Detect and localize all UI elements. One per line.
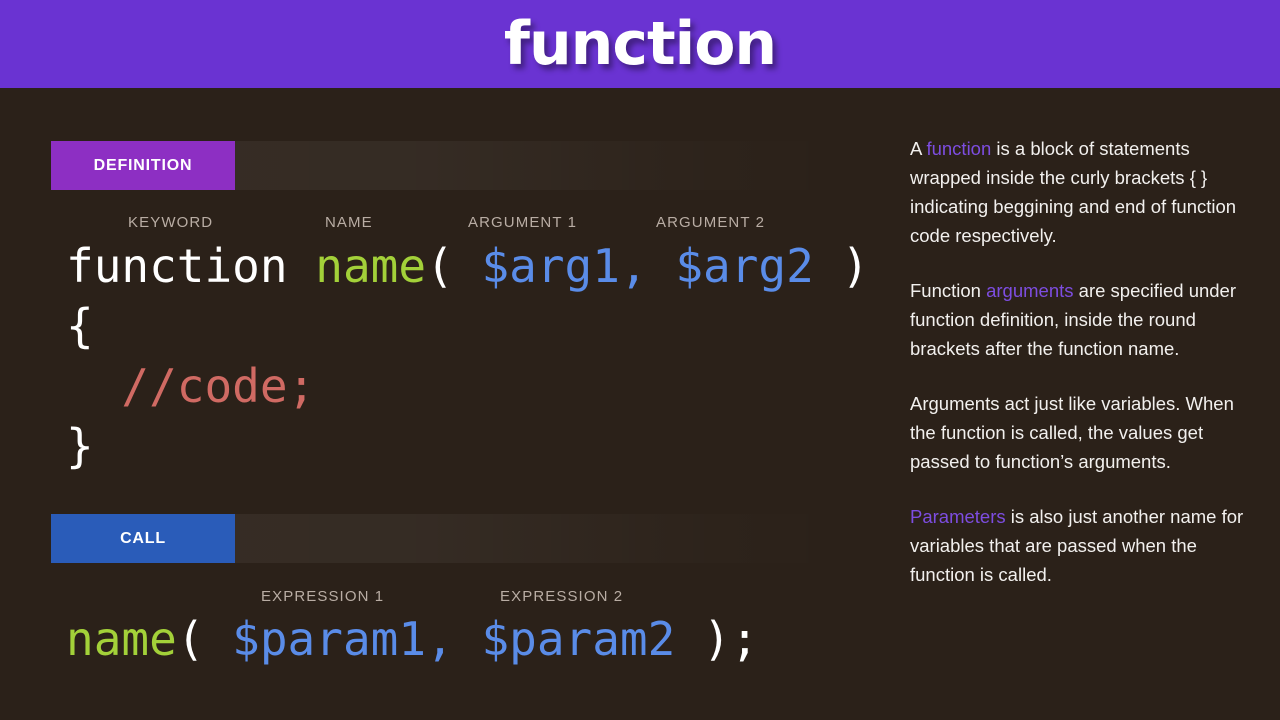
token-space-1 [288,239,316,293]
definition-annotation-label-1: NAME [325,214,373,231]
definition-badge-label: DEFINITION [93,156,193,174]
token-arg2: $arg2 [675,239,814,293]
call-annotation-labels: EXPRESSION 1 EXPRESSION 2 [0,587,885,607]
explanation-1-segment-1: arguments [986,280,1074,301]
definition-annotation-label-3: ARGUMENT 2 [656,214,766,231]
call-code: name( $param1, $param2 ); [66,609,758,669]
token-call-close-paren: ); [675,612,759,666]
call-annotation-label-0: EXPRESSION 1 [261,588,385,605]
explanation-panel: A function is a block of statements wrap… [885,88,1280,720]
explanation-paragraph-1: Function arguments are specified under f… [910,276,1256,363]
code-panel: DEFINITION KEYWORD NAME ARGUMENT 1 ARGUMENT… [0,88,885,720]
token-close-paren: ) [813,239,870,293]
token-comma-2: , [426,612,482,666]
token-open-brace: { [66,299,94,353]
explanation-paragraph-0: A function is a block of statements wrap… [910,134,1256,250]
token-param2: $param2 [481,612,676,666]
explanation-2-segment-0: Arguments act just like variables. When … [910,393,1234,472]
definition-badge: DEFINITION [51,141,235,190]
token-call-name: name [66,612,177,666]
explanation-1-segment-0: Function [910,280,987,301]
definition-code: function name( $arg1, $arg2 ) { //code; … [66,236,869,476]
definition-annotation-labels: KEYWORD NAME ARGUMENT 1 ARGUMENT 2 [0,213,885,233]
token-keyword: function [66,239,288,293]
token-open-paren: ( [426,239,482,293]
explanation-paragraph-3: Parameters is also just another name for… [910,502,1256,589]
token-arg1: $arg1 [481,239,620,293]
call-section-bar: CALL [51,514,835,563]
token-function-name: name [315,239,427,293]
token-param1: $param1 [232,612,427,666]
page-title: function [503,9,777,79]
call-badge: CALL [51,514,235,563]
definition-annotation-label-2: ARGUMENT 1 [468,214,578,231]
token-comma-1: , [619,239,676,293]
token-comment: //code; [121,359,316,413]
definition-annotation-label-0: KEYWORD [128,214,214,231]
token-call-open-paren: ( [176,612,233,666]
explanation-3-segment-0: Parameters [910,506,1006,527]
slide-root: function DEFINITION KEYWORD NAME ARGUMENT … [0,0,1280,720]
call-badge-label: CALL [120,529,166,547]
explanation-0-segment-1: function [926,138,992,159]
call-annotation-label-1: EXPRESSION 2 [500,588,624,605]
header-bar: function [0,0,1280,88]
definition-section-bar: DEFINITION [51,141,835,190]
explanation-0-segment-0: A [910,138,927,159]
explanation-paragraph-2: Arguments act just like variables. When … [910,389,1256,476]
token-close-brace: } [66,419,94,473]
